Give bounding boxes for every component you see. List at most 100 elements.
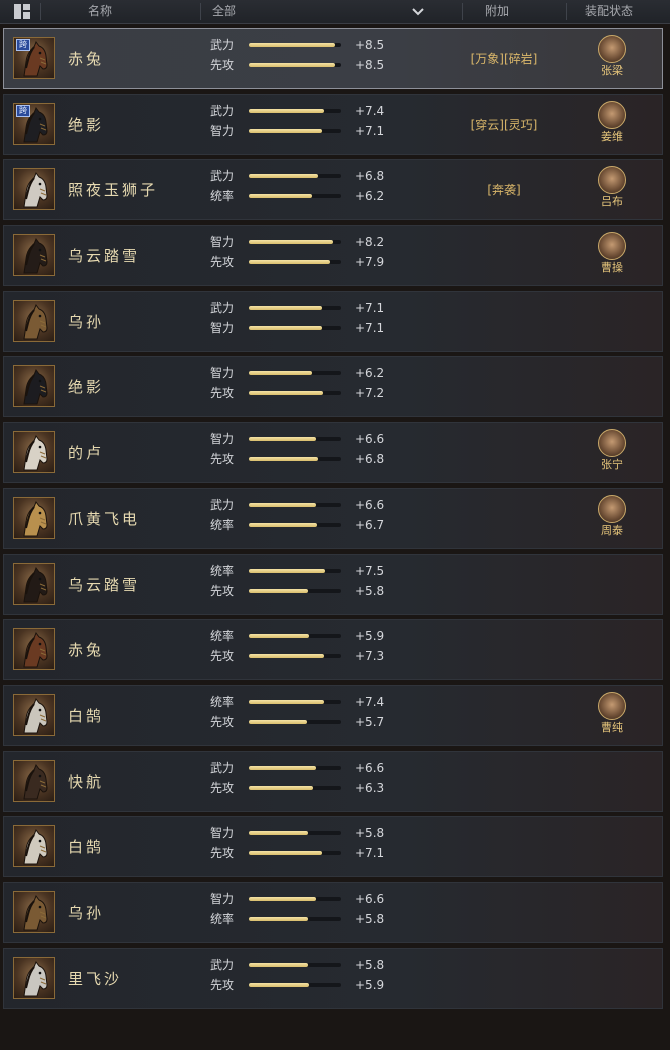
stat-bar-fill	[249, 325, 322, 330]
stat-bar	[249, 502, 341, 507]
equipped-hero[interactable]: 张宁	[594, 429, 630, 472]
chevron-down-icon[interactable]	[410, 3, 426, 19]
stat-bar	[249, 437, 341, 442]
stat-bar-fill	[249, 568, 326, 573]
stat-bar-fill	[249, 63, 336, 67]
stat-label: 先攻	[210, 255, 235, 270]
column-name-header[interactable]: 名称	[88, 0, 112, 23]
stat-label: 武力	[210, 497, 235, 512]
stat-bar	[249, 568, 341, 573]
stat-bar	[249, 174, 341, 179]
equipped-hero[interactable]: 姜维	[594, 100, 630, 144]
stat-value: +7.3	[355, 649, 385, 664]
horse-row[interactable]: 里飞沙 武力 +5.8 先攻 +5.9	[3, 947, 663, 1009]
stat-bar	[249, 654, 341, 659]
horse-row[interactable]: 乌云踏雪 统率 +7.5 先攻 +5.8	[3, 553, 663, 615]
horse-name: 绝影	[68, 115, 105, 134]
stat-label: 智力	[210, 320, 235, 335]
hero-avatar	[598, 494, 626, 523]
stat-bar	[249, 785, 341, 790]
stat-value: +6.2	[355, 189, 385, 204]
horse-row[interactable]: 绝影 智力 +6.2 先攻 +7.2	[3, 356, 663, 418]
horse-name: 白鹄	[68, 838, 105, 857]
horse-head-icon	[23, 763, 48, 800]
hero-name: 张宁	[601, 458, 623, 472]
stat-value: +7.1	[355, 123, 385, 138]
horse-name: 乌云踏雪	[68, 247, 141, 266]
stat-label: 先攻	[210, 977, 235, 992]
horse-portrait	[13, 628, 55, 671]
stat-bar-fill	[249, 502, 317, 507]
horse-row[interactable]: 照夜玉狮子 武力 +6.8 统率 +6.2 [奔袭] 吕布	[3, 159, 663, 221]
equipped-hero[interactable]: 吕布	[594, 166, 630, 209]
stat-bar	[249, 982, 341, 987]
stat-value: +7.9	[355, 255, 385, 270]
stat-bar-fill	[249, 851, 322, 856]
hero-name: 姜维	[601, 129, 623, 143]
hero-name: 曹操	[601, 261, 623, 275]
stat-label: 武力	[210, 760, 235, 775]
filter-dropdown[interactable]: 全部	[212, 0, 236, 23]
stat-label: 统率	[210, 629, 235, 644]
stat-value: +5.8	[355, 911, 385, 926]
stat-value: +6.6	[355, 891, 385, 906]
horse-row[interactable]: 乌云踏雪 智力 +8.2 先攻 +7.9 曹操	[3, 225, 663, 287]
horse-row[interactable]: 白鹄 智力 +5.8 先攻 +7.1	[3, 816, 663, 878]
horse-row[interactable]: 的卢 智力 +6.6 先攻 +6.8 张宁	[3, 422, 663, 484]
equipped-hero[interactable]: 曹纯	[594, 691, 630, 735]
stat-label: 先攻	[210, 386, 235, 401]
horse-row[interactable]: 乌孙 智力 +6.6 统率 +5.8	[3, 881, 663, 943]
horse-name: 赤兔	[68, 641, 105, 660]
stat-bar-fill	[249, 634, 309, 639]
cross-server-badge: 跨	[16, 104, 30, 117]
horse-row[interactable]: 乌孙 武力 +7.1 智力 +7.1	[3, 290, 663, 352]
hero-avatar	[598, 691, 626, 720]
stat-bar	[249, 371, 341, 376]
equipped-hero[interactable]: 周泰	[594, 494, 630, 538]
horse-row[interactable]: 跨绝影 武力 +7.4 智力 +7.1 [穿云][灵巧] 姜维	[3, 93, 663, 155]
horse-name: 照夜玉狮子	[68, 181, 159, 200]
horse-head-icon	[23, 500, 48, 537]
stat-bar	[249, 43, 341, 47]
bonus-tags: [奔袭]	[487, 183, 521, 198]
stat-bar	[249, 457, 341, 462]
stat-label: 智力	[210, 826, 235, 841]
stat-bar	[249, 634, 341, 639]
horse-head-icon	[23, 435, 48, 471]
horse-row[interactable]: 爪黄飞电 武力 +6.6 统率 +6.7 周泰	[3, 487, 663, 549]
stat-bar	[249, 63, 341, 67]
horse-list: 跨赤兔 武力 +8.5 先攻 +8.5 [万象][碎岩] 张梁跨绝影 武力 +7.4 智力 +7.1…	[3, 28, 663, 1013]
stat-bar-fill	[249, 588, 308, 593]
list-header: 名称 全部 附加 装配状态	[0, 0, 670, 24]
horse-name: 爪黄飞电	[68, 509, 141, 528]
equipped-hero[interactable]: 曹操	[594, 232, 630, 275]
stat-bar-fill	[249, 43, 336, 47]
stat-bar-fill	[249, 719, 307, 724]
stat-value: +5.8	[355, 583, 385, 598]
hero-name: 吕布	[601, 195, 623, 209]
stat-bar-fill	[249, 437, 317, 442]
horse-row[interactable]: 白鹄 统率 +7.4 先攻 +5.7 曹纯	[3, 684, 663, 746]
stat-value: +6.7	[355, 517, 385, 532]
horse-head-icon	[23, 632, 48, 668]
horse-head-icon	[23, 369, 48, 405]
equipped-hero[interactable]: 张梁	[594, 35, 630, 78]
stat-bar-fill	[249, 457, 318, 462]
horse-name: 里飞沙	[68, 969, 123, 988]
stat-value: +6.3	[355, 780, 385, 795]
horse-portrait	[13, 299, 55, 342]
horse-row[interactable]: 赤兔 统率 +5.9 先攻 +7.3	[3, 619, 663, 681]
stat-label: 智力	[210, 123, 235, 138]
horse-portrait	[13, 759, 55, 802]
stat-bar-fill	[249, 982, 309, 987]
hero-name: 曹纯	[601, 720, 623, 734]
stat-bar-fill	[249, 654, 324, 659]
hero-avatar	[598, 429, 626, 458]
horse-row[interactable]: 跨赤兔 武力 +8.5 先攻 +8.5 [万象][碎岩] 张梁	[3, 28, 663, 89]
horse-name: 乌孙	[68, 903, 105, 922]
stat-bar	[249, 128, 341, 133]
horse-row[interactable]: 快航 武力 +6.6 先攻 +6.3	[3, 750, 663, 812]
horse-head-icon	[23, 829, 48, 865]
grid-view-icon[interactable]	[14, 4, 30, 19]
stat-value: +6.6	[355, 497, 385, 512]
